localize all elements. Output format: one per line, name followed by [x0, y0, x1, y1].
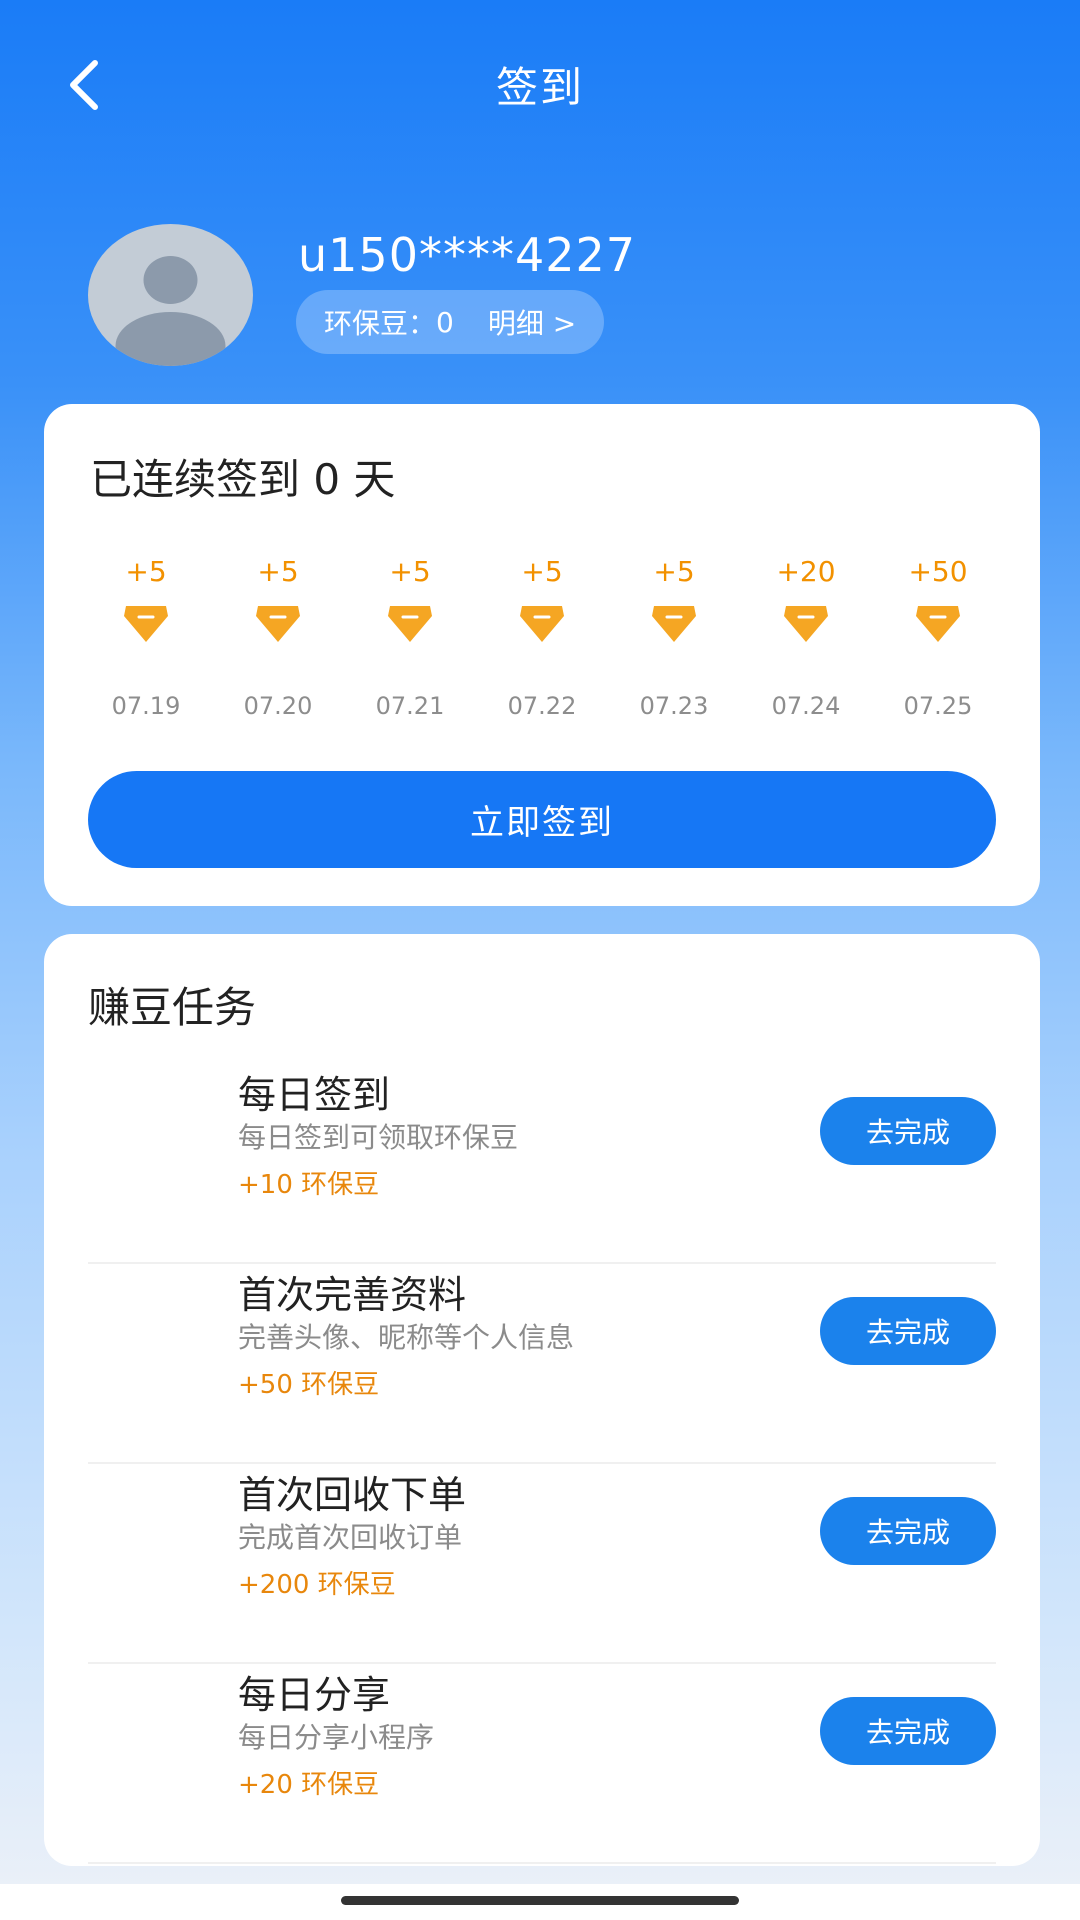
day-points: +5: [389, 555, 431, 588]
checkin-day: +5 07.23: [608, 554, 740, 720]
beans-detail-pill[interactable]: 环保豆： 0 明细 >: [296, 290, 605, 354]
day-date: 07.23: [639, 692, 709, 720]
gem-icon: [254, 602, 302, 644]
task-item: 每日签到 每日签到可领取环保豆 +10 环保豆 去完成: [88, 1064, 996, 1264]
task-desc: 完成首次回收订单: [238, 1521, 463, 1554]
checkin-days: +5 07.19 +5 07.20 +5 07.21 +5 07.22 +5 0…: [80, 554, 1004, 720]
gem-icon: [914, 602, 962, 644]
day-date: 07.25: [903, 692, 973, 720]
day-points: +5: [521, 555, 563, 588]
task-go-button[interactable]: 去完成: [820, 1097, 996, 1165]
task-go-button[interactable]: 去完成: [820, 1297, 996, 1365]
day-points: +5: [125, 555, 167, 588]
day-date: 07.24: [771, 692, 841, 720]
day-points: +50: [908, 555, 968, 588]
checkin-day: +5 07.22: [476, 554, 608, 720]
page-title: 签到: [495, 63, 584, 112]
gem-icon: [650, 602, 698, 644]
checkin-day: +5 07.20: [212, 554, 344, 720]
username: u150****4227: [298, 228, 637, 282]
detail-link[interactable]: 明细 >: [488, 302, 576, 342]
gem-icon: [518, 602, 566, 644]
task-name: 首次完善资料: [238, 1273, 467, 1317]
task-desc: 每日签到可领取环保豆: [238, 1121, 519, 1154]
checkin-day: +50 07.25: [872, 554, 1004, 720]
tasks-title: 赚豆任务: [88, 983, 257, 1032]
nav-bar: 签到: [0, 0, 1080, 170]
checkin-card: 已连续签到 0 天 +5 07.19 +5 07.20 +5 07.21 +5: [44, 404, 1040, 906]
day-date: 07.20: [243, 692, 313, 720]
task-name: 每日签到: [238, 1073, 391, 1117]
streak-text: 已连续签到 0 天: [90, 455, 396, 504]
task-desc: 完善头像、昵称等个人信息: [238, 1321, 575, 1354]
task-reward: +20 环保豆: [238, 1770, 380, 1800]
task-name: 首次回收下单: [238, 1473, 467, 1517]
beans-label: 环保豆：: [324, 307, 437, 340]
task-item: 每日分享 每日分享小程序 +20 环保豆 去完成: [88, 1664, 996, 1864]
gem-icon: [386, 602, 434, 644]
day-date: 07.19: [111, 692, 181, 720]
day-points: +5: [653, 555, 695, 588]
task-item: 首次回收下单 完成首次回收订单 +200 环保豆 去完成: [88, 1464, 996, 1664]
day-date: 07.22: [507, 692, 577, 720]
task-go-button[interactable]: 去完成: [820, 1697, 996, 1765]
task-go-button[interactable]: 去完成: [820, 1497, 996, 1565]
day-points: +20: [776, 555, 836, 588]
checkin-day: +5 07.19: [80, 554, 212, 720]
day-date: 07.21: [375, 692, 445, 720]
task-reward: +200 环保豆: [238, 1570, 396, 1600]
user-avatar-icon: [115, 256, 226, 366]
task-reward: +10 环保豆: [238, 1170, 380, 1200]
avatar[interactable]: [88, 224, 253, 366]
gem-icon: [782, 602, 830, 644]
checkin-day: +5 07.21: [344, 554, 476, 720]
task-desc: 每日分享小程序: [238, 1721, 435, 1754]
home-indicator[interactable]: [341, 1896, 739, 1905]
task-reward: +50 环保豆: [238, 1370, 380, 1400]
task-name: 每日分享: [238, 1673, 391, 1717]
tasks-card: 赚豆任务 每日签到 每日签到可领取环保豆 +10 环保豆 去完成 首次完善资料 …: [44, 934, 1040, 1866]
day-points: +5: [257, 555, 299, 588]
beans-value: 0: [436, 305, 454, 339]
checkin-day: +20 07.24: [740, 554, 872, 720]
task-item: 首次完善资料 完善头像、昵称等个人信息 +50 环保豆 去完成: [88, 1264, 996, 1464]
user-profile: u150****4227 环保豆： 0 明细 >: [88, 222, 988, 372]
signin-now-button[interactable]: 立即签到: [88, 771, 996, 868]
gem-icon: [122, 602, 170, 644]
